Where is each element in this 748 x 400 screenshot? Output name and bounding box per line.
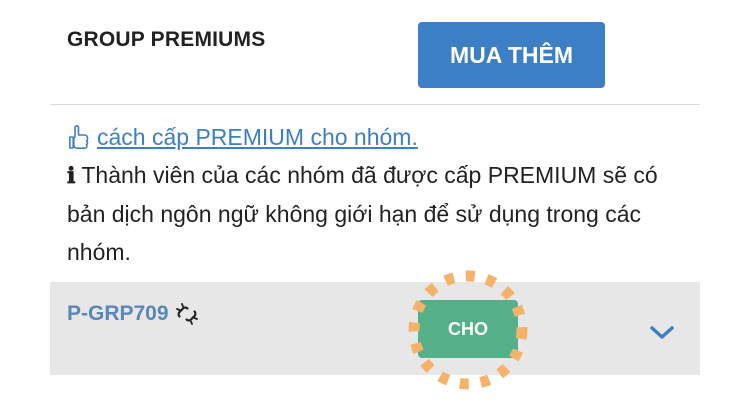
info-icon: ℹ <box>67 163 76 189</box>
give-button[interactable]: CHO <box>418 300 518 358</box>
description-text: Thành viên của các nhóm đã được cấp PREM… <box>67 162 658 265</box>
chevron-down-icon[interactable] <box>649 324 675 342</box>
group-row[interactable]: P-GRP709 CHO <box>50 270 700 390</box>
howto-link[interactable]: cách cấp PREMIUM cho nhóm. <box>97 118 418 156</box>
unlink-icon[interactable] <box>175 302 199 326</box>
buy-more-button[interactable]: MUA THÊM <box>418 22 605 88</box>
section-title: GROUP PREMIUMS <box>67 28 266 51</box>
howto-line: cách cấp PREMIUM cho nhóm. <box>67 118 687 156</box>
premium-description: ℹ Thành viên của các nhóm đã được cấp PRE… <box>67 156 687 271</box>
give-button-wrap: CHO <box>408 270 528 390</box>
premium-info: cách cấp PREMIUM cho nhóm. ℹ Thành viên c… <box>67 118 687 271</box>
group-id: P-GRP709 <box>67 302 169 325</box>
group-id-wrap: P-GRP709 <box>67 302 199 326</box>
group-premiums-header: GROUP PREMIUMS MUA THÊM <box>50 0 700 105</box>
pointing-hand-icon <box>67 124 93 150</box>
